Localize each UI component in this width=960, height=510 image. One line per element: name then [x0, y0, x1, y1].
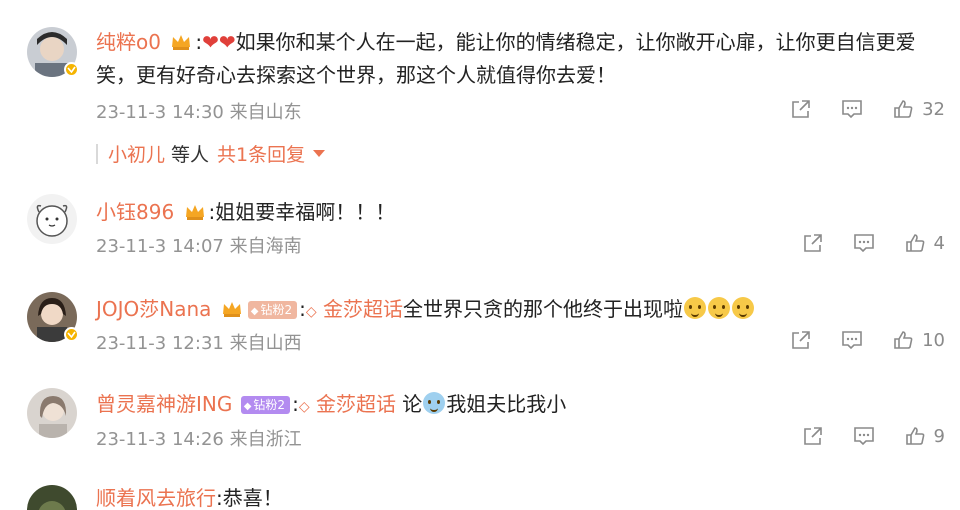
comment-item: 纯粹o0 :❤❤如果你和某个人在一起，能让你的情绪稳定，让你敞开心扉，让你更自信… [0, 0, 960, 180]
like-icon [894, 100, 913, 118]
username-link[interactable]: JOJO莎Nana [96, 297, 211, 321]
emoji-icon [684, 297, 707, 319]
comment-body: 顺着风去旅行:恭喜！ [96, 483, 283, 510]
topic-link[interactable]: ◇ 金莎超话 [299, 392, 396, 416]
share-button[interactable] [802, 425, 824, 447]
diamond-icon: ◇ [305, 304, 317, 320]
comment-icon [853, 427, 874, 446]
comment-actions: 4 [774, 230, 945, 256]
avatar[interactable] [27, 388, 77, 438]
comment-actions: 32 [762, 96, 945, 122]
emoji-icon [732, 297, 755, 319]
share-icon [792, 100, 810, 118]
reply-etc: 等人 [171, 144, 210, 166]
comment-text: 我姐夫比我小 [446, 392, 567, 416]
username-link[interactable]: 小钰896 [96, 200, 174, 224]
like-icon [905, 234, 924, 252]
comment-actions: 9 [774, 423, 945, 449]
like-icon [905, 427, 924, 445]
share-button[interactable] [790, 329, 812, 351]
username-link[interactable]: 顺着风去旅行 [96, 486, 216, 510]
comment-body: 曾灵嘉神游ING ◆ 钻粉2:◇ 金莎超话 论我姐夫比我小 [96, 389, 566, 422]
comment-item: 曾灵嘉神游ING ◆ 钻粉2:◇ 金莎超话 论我姐夫比我小 23-11-3 14:… [0, 380, 960, 475]
like-count: 4 [933, 232, 945, 254]
comment-meta: 23-11-3 14:07 来自海南 [96, 236, 302, 257]
share-button[interactable] [802, 232, 824, 254]
avatar[interactable] [27, 27, 79, 77]
comment-text: 姐姐要幸福啊！！！ [215, 200, 396, 224]
like-button[interactable]: 10 [892, 329, 945, 351]
emoji-icon [423, 392, 446, 414]
avatar[interactable] [27, 485, 77, 510]
comment-meta: 23-11-3 14:30 来自山东 [96, 102, 302, 123]
fan-badge: ◆ 钻粉2 [247, 301, 298, 319]
avatar[interactable] [27, 194, 77, 244]
comment-text: 全世界只贪的那个他终于出现啦 [403, 297, 684, 321]
diamond-icon: ◇ [298, 399, 310, 415]
share-icon [803, 427, 822, 445]
like-button[interactable]: 4 [904, 232, 945, 254]
like-count: 10 [922, 329, 945, 351]
comment-meta: 23-11-3 14:26 来自浙江 [96, 429, 302, 450]
avatar[interactable] [27, 292, 79, 342]
comment-item: 小钰896 :姐姐要幸福啊！！！ 23-11-3 14:07 来自海南 4 [0, 180, 960, 280]
like-count: 32 [922, 98, 945, 120]
reply-username[interactable]: 小初儿 [108, 140, 165, 167]
comment-text: 如果你和某个人在一起，能让你的情绪稳定，让你敞开心扉，让你更自信更爱 [235, 30, 916, 54]
like-button[interactable]: 9 [904, 425, 945, 447]
topic-link[interactable]: ◇ 金莎超话 [306, 297, 403, 321]
comment-icon [842, 100, 862, 119]
like-icon [894, 331, 913, 349]
username-link[interactable]: 纯粹o0 [96, 30, 161, 54]
comment-text-line2: 笑，更有好奇心去探索这个世界，那这个人就值得你去爱！ [96, 63, 616, 87]
diamond-icon: ◆ [243, 401, 252, 412]
separator: : [299, 297, 306, 321]
diamond-icon: ◆ [250, 306, 259, 317]
comment-body: JOJO莎Nana ◆ 钻粉2:◇ 金莎超话全世界只贪的那个他终于出现啦 [96, 294, 755, 327]
comment-text: 恭喜！ [222, 486, 283, 510]
vip-crown-icon [185, 205, 204, 220]
heart-icon: ❤ [218, 30, 236, 54]
emoji-icon [708, 297, 731, 319]
comment-meta: 23-11-3 12:31 来自山西 [96, 333, 302, 354]
verified-badge-icon [64, 62, 79, 77]
like-button[interactable]: 32 [892, 98, 945, 120]
comment-button[interactable] [840, 98, 864, 120]
comment-icon [853, 234, 874, 253]
caret-down-icon [313, 150, 326, 157]
vip-crown-icon [222, 302, 241, 317]
share-icon [792, 331, 810, 349]
comment-button[interactable] [852, 232, 876, 254]
comment-item: 顺着风去旅行:恭喜！ [0, 475, 960, 510]
vip-crown-icon [172, 35, 191, 50]
reply-summary[interactable]: 小初儿 等人 共1条回复 [96, 140, 326, 167]
comment-actions: 10 [762, 327, 945, 353]
comment-button[interactable] [840, 329, 864, 351]
comment-text-prefix: 论 [395, 392, 423, 416]
view-replies-link[interactable]: 共1条回复 [217, 140, 305, 167]
comment-button[interactable] [852, 425, 876, 447]
divider [96, 143, 98, 164]
username-link[interactable]: 曾灵嘉神游ING [96, 392, 232, 416]
like-count: 9 [933, 425, 945, 447]
separator: : [216, 486, 223, 510]
separator: : [292, 392, 299, 416]
share-icon [803, 234, 822, 252]
heart-icon: ❤ [202, 30, 219, 54]
fan-badge: ◆ 钻粉2 [240, 396, 291, 414]
comment-body: 纯粹o0 :❤❤如果你和某个人在一起，能让你的情绪稳定，让你敞开心扉，让你更自信… [96, 27, 916, 57]
comment-icon [842, 331, 862, 350]
comment-body: 小钰896 :姐姐要幸福啊！！！ [96, 197, 395, 227]
share-button[interactable] [790, 98, 812, 120]
verified-badge-icon [64, 327, 79, 342]
comment-item: JOJO莎Nana ◆ 钻粉2:◇ 金莎超话全世界只贪的那个他终于出现啦 23-1… [0, 280, 960, 380]
